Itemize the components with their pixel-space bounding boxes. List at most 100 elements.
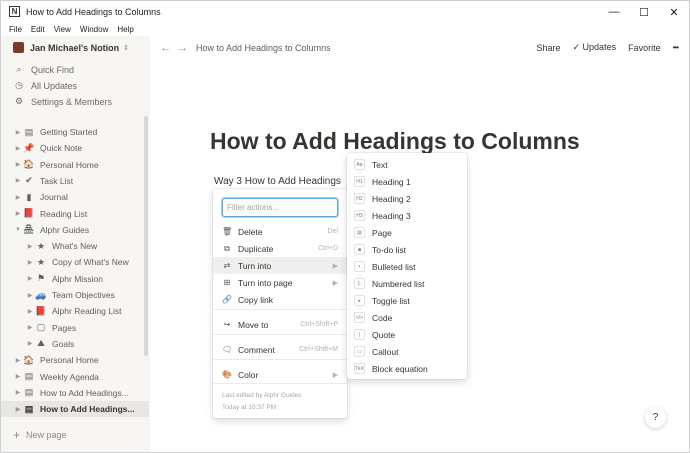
sidebar-page-item[interactable]: ▶ 🚙 Team Objectives — [1, 287, 149, 303]
action-copy-link[interactable]: 🔗 Copy link — [213, 291, 347, 308]
action-delete[interactable]: 🗑 Delete Del — [213, 223, 347, 240]
block-type-icon: ■ — [354, 244, 365, 255]
turn-into-code[interactable]: </> Code — [347, 309, 467, 326]
sidebar-page-item[interactable]: ▶ ▤ Getting Started — [1, 124, 149, 140]
share-button[interactable]: Share — [536, 43, 560, 53]
toggle-arrow-icon[interactable]: ▶ — [13, 177, 23, 184]
action-turn-into-page[interactable]: ⊞ Turn into page ▶ — [213, 274, 347, 291]
toggle-arrow-icon[interactable]: ▶ — [25, 292, 35, 299]
sidebar-page-item[interactable]: ▶ ▢ Pages — [1, 320, 149, 336]
sidebar-page-item[interactable]: ▶ ✔ Task List — [1, 173, 149, 189]
help-button[interactable]: ? — [645, 407, 666, 428]
page-label: Weekly Agenda — [40, 371, 99, 382]
sidebar-page-item[interactable]: ▶ ⚑ Alphr Mission — [1, 271, 149, 287]
toggle-arrow-icon[interactable]: ▶ — [13, 145, 23, 152]
turn-into-numbered-list[interactable]: 1. Numbered list — [347, 275, 467, 292]
toggle-arrow-icon[interactable]: ▶ — [25, 275, 35, 282]
sidebar-page-item[interactable]: ▶ 📕 Reading List — [1, 206, 149, 222]
sidebar-page-item[interactable]: ▼ 🏯 Alphr Guides — [1, 222, 149, 238]
turn-into-text[interactable]: Aa Text — [347, 156, 467, 173]
block-type-icon: ▸ — [354, 295, 365, 306]
page-icon: ★ — [36, 240, 46, 251]
sidebar-all-updates[interactable]: ◷ All Updates — [13, 80, 77, 91]
sidebar-page-item[interactable]: ▶ 📕 Alphr Reading List — [1, 303, 149, 319]
sidebar-page-item[interactable]: ▶ 🏠 Personal Home — [1, 352, 149, 368]
window-title: How to Add Headings to Columns — [26, 6, 161, 17]
maximize-button[interactable]: ☐ — [629, 1, 659, 23]
toggle-arrow-icon[interactable]: ▶ — [13, 357, 23, 364]
back-arrow-icon[interactable]: ← — [160, 42, 171, 54]
topbar: ← → How to Add Headings to Columns Share… — [150, 36, 690, 60]
turn-into-quote[interactable]: | Quote — [347, 326, 467, 343]
sidebar-page-item[interactable]: ▶ ▤ How to Add Headings... — [1, 401, 149, 418]
minimize-button[interactable]: — — [599, 1, 629, 23]
sidebar-page-item[interactable]: ▶ ▤ Weekly Agenda — [1, 369, 149, 385]
toggle-arrow-icon[interactable]: ▶ — [13, 210, 23, 217]
page-label: How to Add Headings... — [40, 404, 135, 415]
turn-into-to-do-list[interactable]: ■ To-do list — [347, 241, 467, 258]
window-titlebar: N How to Add Headings to Columns — ☐ ✕ — [0, 0, 690, 22]
nav-label: Quick Find — [31, 64, 75, 75]
toggle-arrow-icon[interactable]: ▶ — [13, 373, 23, 380]
turn-into-toggle-list[interactable]: ▸ Toggle list — [347, 292, 467, 309]
sidebar-page-item[interactable]: ▶ ★ What's New — [1, 238, 149, 254]
action-move-to[interactable]: ↪ Move to Ctrl+Shift+P — [213, 316, 347, 333]
forward-arrow-icon[interactable]: → — [177, 42, 188, 54]
action-color[interactable]: 🎨 Color ▶ — [213, 366, 347, 383]
block-type-label: Block equation — [372, 363, 428, 374]
turn-into-heading-3[interactable]: H3 Heading 3 — [347, 207, 467, 224]
toggle-arrow-icon[interactable]: ▶ — [13, 194, 23, 201]
page-label: Goals — [52, 338, 75, 349]
turn-into-bulleted-list[interactable]: • Bulleted list — [347, 258, 467, 275]
turn-into-page[interactable]: ▤ Page — [347, 224, 467, 241]
toggle-arrow-icon[interactable]: ▶ — [25, 324, 35, 331]
toggle-arrow-icon[interactable]: ▼ — [13, 227, 23, 233]
toggle-arrow-icon[interactable]: ▶ — [13, 161, 23, 168]
favorite-button[interactable]: Favorite — [628, 43, 661, 53]
sidebar-page-item[interactable]: ▶ ★ Copy of What's New — [1, 254, 149, 270]
sidebar-page-item[interactable]: ▶ 🏠 Personal Home — [1, 157, 149, 173]
block-text[interactable]: Way 3 How to Add Headings — [214, 176, 341, 187]
sidebar-quick-find[interactable]: ⌕ Quick Find — [13, 64, 74, 75]
toggle-arrow-icon[interactable]: ▶ — [25, 243, 35, 250]
toggle-arrow-icon[interactable]: ▶ — [25, 340, 35, 347]
more-options-icon[interactable]: ••• — [673, 43, 679, 52]
sidebar-page-item[interactable]: ▶ ▤ How to Add Headings... — [1, 385, 149, 401]
block-type-icon: H1 — [354, 176, 365, 187]
close-button[interactable]: ✕ — [659, 1, 689, 23]
filter-actions-input[interactable]: Filter actions... — [222, 198, 338, 217]
turn-into-block-equation[interactable]: TeX Block equation — [347, 360, 467, 377]
sidebar-settings[interactable]: ⚙ Settings & Members — [13, 96, 112, 107]
page-icon: ⚑ — [36, 273, 46, 284]
turn-into-callout[interactable]: ▭ Callout — [347, 343, 467, 360]
action-duplicate[interactable]: ⧉ Duplicate Ctrl+D — [213, 240, 347, 257]
workspace-switcher[interactable]: Jan Michael's Notion ⇕ — [13, 42, 129, 53]
action-comment[interactable]: 🗨 Comment Ctrl+Shift+M — [213, 341, 347, 358]
menu-edit[interactable]: Edit — [31, 25, 45, 34]
action-label: Delete — [238, 226, 263, 237]
turn-into-heading-2[interactable]: H2 Heading 2 — [347, 190, 467, 207]
block-type-label: Heading 3 — [372, 210, 411, 221]
new-page-button[interactable]: + New page — [13, 428, 67, 442]
page-title[interactable]: How to Add Headings to Columns — [210, 128, 580, 155]
action-turn-into[interactable]: ⇄ Turn into ▶ — [213, 257, 347, 274]
menu-divider — [213, 334, 347, 335]
toggle-arrow-icon[interactable]: ▶ — [25, 259, 35, 266]
menu-view[interactable]: View — [54, 25, 71, 34]
updates-button[interactable]: ✓ Updates — [572, 42, 616, 53]
toggle-arrow-icon[interactable]: ▶ — [13, 129, 23, 136]
menu-help[interactable]: Help — [117, 25, 133, 34]
sidebar-page-item[interactable]: ▶ 📌 Quick Note — [1, 140, 149, 156]
menu-window[interactable]: Window — [80, 25, 108, 34]
block-type-label: Toggle list — [372, 295, 410, 306]
sidebar-scrollbar[interactable] — [144, 116, 148, 356]
toggle-arrow-icon[interactable]: ▶ — [25, 308, 35, 315]
menu-file[interactable]: File — [9, 25, 22, 34]
chevron-updown-icon: ⇕ — [123, 44, 130, 52]
sidebar-page-item[interactable]: ▶ ▮ Journal — [1, 189, 149, 205]
turn-into-heading-1[interactable]: H1 Heading 1 — [347, 173, 467, 190]
toggle-arrow-icon[interactable]: ▶ — [13, 406, 23, 413]
sidebar-page-item[interactable]: ▶ ⛰ Goals — [1, 336, 149, 352]
breadcrumb[interactable]: How to Add Headings to Columns — [196, 43, 331, 53]
toggle-arrow-icon[interactable]: ▶ — [13, 389, 23, 396]
